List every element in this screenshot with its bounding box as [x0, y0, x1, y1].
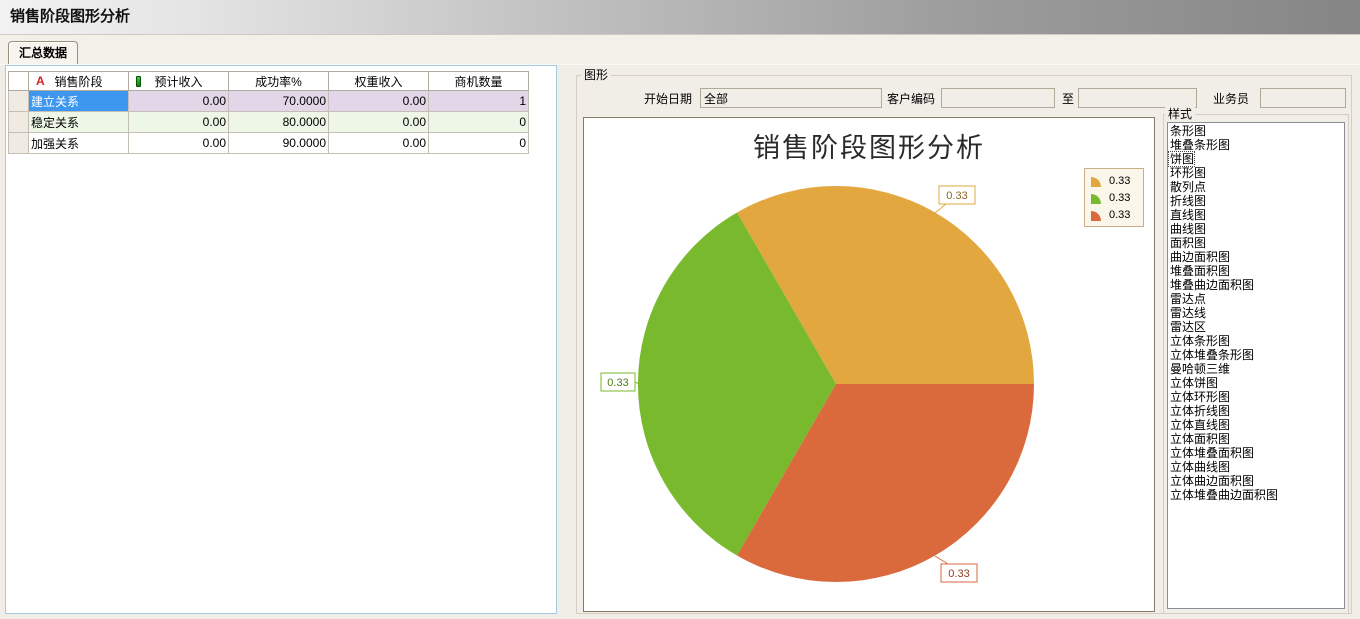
cell-weighted-income[interactable]: 0.00 [329, 133, 429, 154]
style-list-item[interactable]: 立体堆叠条形图 [1169, 348, 1254, 362]
legend-marker-red-icon [1089, 207, 1105, 222]
cell-opportunity-count[interactable]: 0 [429, 112, 529, 133]
style-list-item[interactable]: 直线图 [1169, 208, 1206, 222]
style-list-item[interactable]: 散列点 [1169, 180, 1206, 194]
start-date-input[interactable] [700, 88, 882, 108]
style-list-item[interactable]: 堆叠面积图 [1169, 264, 1230, 278]
style-list-item[interactable]: 立体面积图 [1169, 432, 1230, 446]
cell-success-rate[interactable]: 70.0000 [229, 91, 329, 112]
style-list-item[interactable]: 曲线图 [1169, 222, 1206, 236]
column-header-opportunity-count[interactable]: 商机数量 [429, 72, 529, 91]
legend-marker-orange-icon [1089, 173, 1105, 188]
legend-item: 0.33 [1089, 206, 1139, 223]
style-group-label: 样式 [1165, 107, 1195, 121]
salesperson-label: 业务员 [1213, 92, 1249, 106]
customer-code-to-input[interactable] [1078, 88, 1197, 108]
cell-weighted-income[interactable]: 0.00 [329, 91, 429, 112]
customer-code-input[interactable] [941, 88, 1055, 108]
style-list-item[interactable]: 雷达区 [1169, 320, 1206, 334]
style-list-item[interactable]: 立体饼图 [1169, 376, 1218, 390]
tab-strip: 汇总数据 [0, 35, 1360, 65]
row-indicator[interactable] [9, 133, 29, 154]
graph-group-label: 图形 [581, 68, 611, 82]
cell-success-rate[interactable]: 80.0000 [229, 112, 329, 133]
cell-success-rate[interactable]: 90.0000 [229, 133, 329, 154]
style-list-item-selected[interactable]: 饼图 [1169, 152, 1194, 166]
window-title: 销售阶段图形分析 [0, 0, 1360, 34]
pie-chart: 0.33 0.33 0.33 [584, 118, 1154, 611]
style-list-item[interactable]: 立体直线图 [1169, 418, 1230, 432]
style-list-item[interactable]: 立体环形图 [1169, 390, 1230, 404]
cell-expected-income[interactable]: 0.00 [129, 91, 229, 112]
salesperson-input[interactable] [1260, 88, 1346, 108]
cell-opportunity-count[interactable]: 1 [429, 91, 529, 112]
table-row: 加强关系 0.00 90.0000 0.00 0 [9, 133, 529, 154]
callout-label-orange: 0.33 [946, 190, 967, 202]
legend-item: 0.33 [1089, 189, 1139, 206]
style-list-item[interactable]: 立体堆叠面积图 [1169, 446, 1254, 460]
callout-line-orange [935, 204, 946, 213]
style-list-item[interactable]: 雷达线 [1169, 306, 1206, 320]
style-list-item[interactable]: 立体堆叠曲边面积图 [1169, 488, 1278, 502]
legend-value: 0.33 [1109, 209, 1130, 221]
green-field-icon [136, 76, 141, 87]
style-list-item[interactable]: 曼哈顿三维 [1169, 362, 1230, 376]
cell-stage[interactable]: 稳定关系 [29, 112, 129, 133]
legend-marker-green-icon [1089, 190, 1105, 205]
table-row: 建立关系 0.00 70.0000 0.00 1 [9, 91, 529, 112]
table-header-row: A 销售阶段 预计收入 成功率% 权重收入 商机数量 [9, 72, 529, 91]
callout-label-green: 0.33 [607, 377, 628, 389]
red-a-icon: A [36, 74, 45, 88]
sales-stage-table: A 销售阶段 预计收入 成功率% 权重收入 商机数量 [8, 71, 529, 154]
row-indicator[interactable] [9, 112, 29, 133]
style-list-item[interactable]: 雷达点 [1169, 292, 1206, 306]
row-indicator-header [9, 72, 29, 91]
cell-opportunity-count[interactable]: 0 [429, 133, 529, 154]
cell-weighted-income[interactable]: 0.00 [329, 112, 429, 133]
column-header-success-rate[interactable]: 成功率% [229, 72, 329, 91]
legend-value: 0.33 [1109, 175, 1130, 187]
table-row: 稳定关系 0.00 80.0000 0.00 0 [9, 112, 529, 133]
style-listbox[interactable]: 条形图 堆叠条形图 饼图 环形图 散列点 折线图 直线图 曲线图 面积图 曲边面… [1167, 122, 1345, 609]
customer-code-label: 客户编码 [887, 92, 935, 106]
legend-value: 0.33 [1109, 192, 1130, 204]
style-list-item[interactable]: 面积图 [1169, 236, 1206, 250]
to-label: 至 [1062, 92, 1074, 106]
style-list-item[interactable]: 立体条形图 [1169, 334, 1230, 348]
tab-label: 汇总数据 [19, 46, 67, 60]
cell-stage[interactable]: 加强关系 [29, 133, 129, 154]
style-list-item[interactable]: 折线图 [1169, 194, 1206, 208]
window-title-bar: 销售阶段图形分析 [0, 0, 1360, 35]
style-list-item[interactable]: 曲边面积图 [1169, 250, 1230, 264]
chart-area: 销售阶段图形分析 0.33 0.33 0.33 0.3 [583, 117, 1155, 612]
cell-expected-income[interactable]: 0.00 [129, 112, 229, 133]
style-list-item[interactable]: 立体折线图 [1169, 404, 1230, 418]
tab-summary-data[interactable]: 汇总数据 [8, 41, 78, 66]
column-header-expected-income[interactable]: 预计收入 [129, 72, 229, 91]
chart-legend: 0.33 0.33 0.33 [1084, 168, 1144, 227]
style-list-item[interactable]: 堆叠条形图 [1169, 138, 1230, 152]
app-window: 销售阶段图形分析 汇总数据 A 销售阶段 预计收入 成 [0, 0, 1360, 619]
row-indicator[interactable] [9, 91, 29, 112]
callout-label-red: 0.33 [948, 568, 969, 580]
start-date-label: 开始日期 [644, 92, 692, 106]
style-list-item[interactable]: 立体曲线图 [1169, 460, 1230, 474]
column-header-weighted-income[interactable]: 权重收入 [329, 72, 429, 91]
summary-table-panel: A 销售阶段 预计收入 成功率% 权重收入 商机数量 [5, 65, 557, 614]
cell-expected-income[interactable]: 0.00 [129, 133, 229, 154]
column-header-stage[interactable]: A 销售阶段 [29, 72, 129, 91]
callout-line-red [935, 556, 948, 564]
style-list-item[interactable]: 堆叠曲边面积图 [1169, 278, 1254, 292]
legend-item: 0.33 [1089, 172, 1139, 189]
style-list-item[interactable]: 立体曲边面积图 [1169, 474, 1254, 488]
cell-stage-selected[interactable]: 建立关系 [29, 91, 129, 112]
style-list-item[interactable]: 条形图 [1169, 124, 1206, 138]
style-list-item[interactable]: 环形图 [1169, 166, 1206, 180]
